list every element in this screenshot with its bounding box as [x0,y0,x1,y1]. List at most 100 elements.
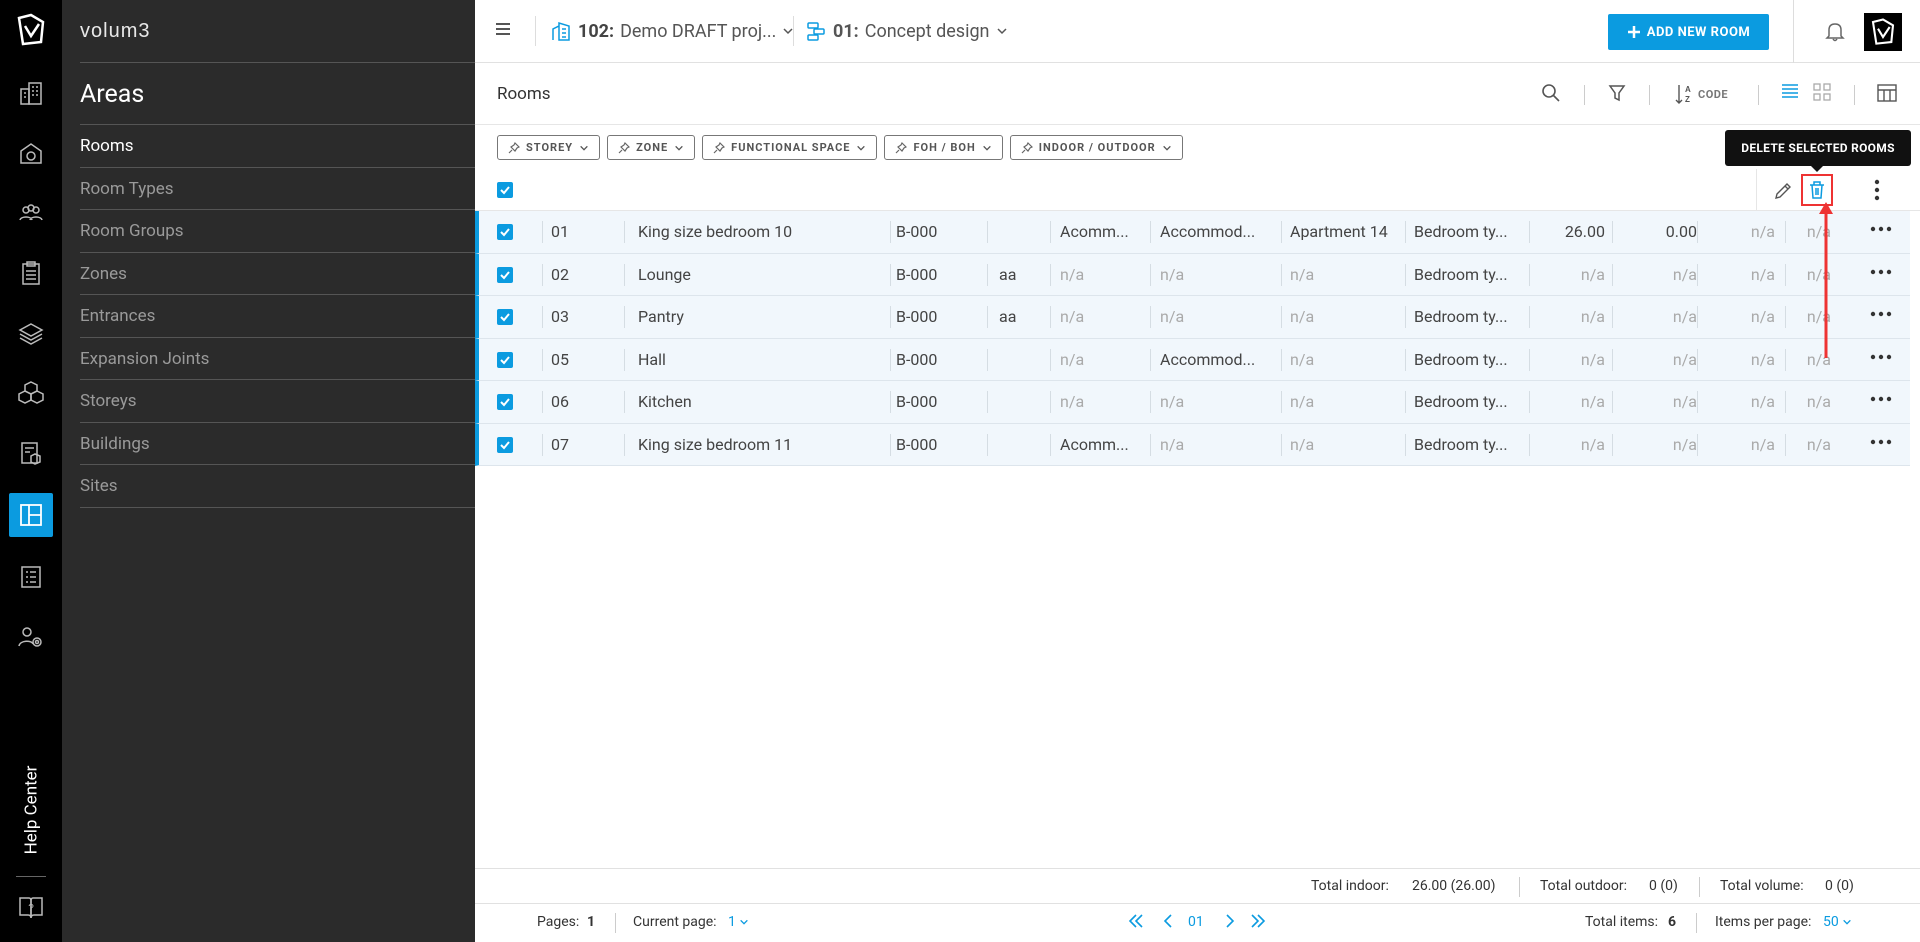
row-checkbox[interactable] [497,351,513,368]
cell-storey: B-000 [896,349,938,369]
sidebar-item-zones[interactable]: Zones [80,253,475,295]
cell-zone: n/a [1060,349,1085,369]
rail-document-cube[interactable] [0,431,62,475]
last-page-icon[interactable] [1249,912,1267,930]
sidebar-item-storeys[interactable]: Storeys [80,380,475,423]
brand-logo[interactable]: volum3 [80,20,150,43]
select-all-checkbox[interactable] [497,182,513,198]
column-divider [1405,306,1406,328]
table-row[interactable]: 06 Kitchen B-000 n/a n/a n/a Bedroom ty... n/a n… [475,381,1910,424]
add-new-room-button[interactable]: ADD NEW ROOM [1608,14,1769,50]
prev-page-icon[interactable] [1159,912,1177,930]
divider [1758,85,1759,105]
sidebar-item-sites[interactable]: Sites [80,465,475,508]
grid-view-icon[interactable] [1813,83,1831,101]
annotation-arrow [1819,202,1833,358]
avatar[interactable] [1864,13,1902,51]
more-vertical-icon[interactable] [1874,179,1880,201]
rail-clipboard[interactable] [0,251,62,295]
project-selector[interactable]: 102: Demo DRAFT proj... [550,20,794,42]
rail-areas[interactable] [0,493,62,537]
logo-icon[interactable] [13,12,49,48]
cell-functional-space: n/a [1160,307,1185,326]
list-view-icon[interactable] [1781,83,1799,101]
cell-group [999,424,1049,466]
sidebar-item-room-types[interactable]: Room Types [80,168,475,210]
sort-by-code-button[interactable]: AZ CODE [1674,83,1728,105]
column-divider [1785,433,1786,456]
page-number[interactable]: 01 [1188,914,1204,930]
column-divider [542,306,543,328]
more-horizontal-icon[interactable] [1870,396,1892,402]
column-divider [1150,433,1151,456]
cell-area: 26.00 [1564,222,1605,241]
filter-indoor-outdoor[interactable]: INDOOR / OUTDOOR [1009,135,1183,160]
filter-zone-label: ZONE [636,141,669,154]
column-divider [624,391,625,413]
filter-functional-space[interactable]: FUNCTIONAL SPACE [702,135,878,160]
next-page-icon[interactable] [1221,912,1239,930]
rail-cubes[interactable] [0,371,62,415]
table-row[interactable]: 05 Hall B-000 n/a Accommod... n/a Bedroom ty..… [475,338,1910,381]
edit-icon[interactable] [1773,181,1793,201]
rail-building-settings[interactable] [0,131,62,175]
more-horizontal-icon[interactable] [1870,311,1892,317]
filter-foh-boh[interactable]: FOH / BOH [884,135,1003,160]
chevron-down-icon [1842,917,1852,927]
column-divider [1050,306,1051,328]
rail-users[interactable] [0,191,62,235]
divider [1854,85,1855,105]
row-checkbox[interactable] [497,309,513,325]
rail-layers[interactable] [0,311,62,355]
column-divider [1697,221,1698,243]
more-horizontal-icon[interactable] [1870,226,1892,232]
column-divider [1050,391,1051,413]
pin-icon [895,141,908,154]
divider [793,16,794,46]
row-checkbox[interactable] [497,436,513,453]
areas-icon [18,502,44,528]
help-book-icon[interactable]: ? [17,893,45,921]
divider [1519,877,1520,897]
search-icon[interactable] [1541,83,1561,103]
first-page-icon[interactable] [1127,912,1145,930]
sidebar-item-expansion-joints[interactable]: Expansion Joints [80,338,475,380]
table-row[interactable]: 03 Pantry B-000 aa n/a n/a n/a Bedroom ty... n/a… [475,296,1910,339]
more-horizontal-icon[interactable] [1870,354,1892,360]
current-page-select[interactable]: 1 [728,914,749,930]
column-divider [1612,263,1613,286]
sidebar-item-entrances[interactable]: Entrances [80,295,475,338]
cell-area: n/a [1580,434,1605,454]
rail-spec-document[interactable] [0,555,62,599]
phase-selector[interactable]: 01: Concept design [805,20,1008,42]
help-center-link[interactable]: Help Center [0,760,62,860]
total-indoor-label: Total indoor: [1311,878,1389,894]
table-row[interactable]: 01 King size bedroom 10 B-000 Acomm... Accom… [475,211,1910,254]
table-row[interactable]: 07 King size bedroom 11 B-000 Acomm... n/a n/… [475,423,1910,466]
cell-outdoor-area: n/a [1750,434,1775,454]
columns-icon[interactable] [1877,83,1897,103]
more-horizontal-icon[interactable] [1870,269,1892,275]
items-per-page-select[interactable]: 50 [1823,914,1852,930]
filter-icon[interactable] [1608,83,1626,103]
filter-zone[interactable]: ZONE [607,135,696,160]
row-checkbox[interactable] [497,224,513,240]
sidebar-item-room-groups[interactable]: Room Groups [80,210,475,253]
filter-storey[interactable]: STOREY [497,135,601,160]
building-gear-icon [17,139,45,167]
row-checkbox[interactable] [497,394,513,410]
rail-buildings[interactable] [0,71,62,115]
sidebar-item-buildings[interactable]: Buildings [80,423,475,465]
divider [1696,913,1697,933]
row-checkbox[interactable] [497,266,513,283]
cell-group [999,339,1049,381]
more-horizontal-icon[interactable] [1870,439,1892,445]
hamburger-menu-icon[interactable] [495,21,511,37]
bell-icon[interactable] [1825,20,1845,42]
sidebar-item-rooms[interactable]: Rooms [80,125,475,168]
table-row[interactable]: 02 Lounge B-000 aa n/a n/a n/a Bedroom ty... n/a… [475,253,1910,296]
rail-user-settings[interactable] [0,615,62,659]
cell-name: Kitchen [638,392,692,411]
chevron-down-icon [739,917,749,927]
column-divider [1281,306,1282,328]
